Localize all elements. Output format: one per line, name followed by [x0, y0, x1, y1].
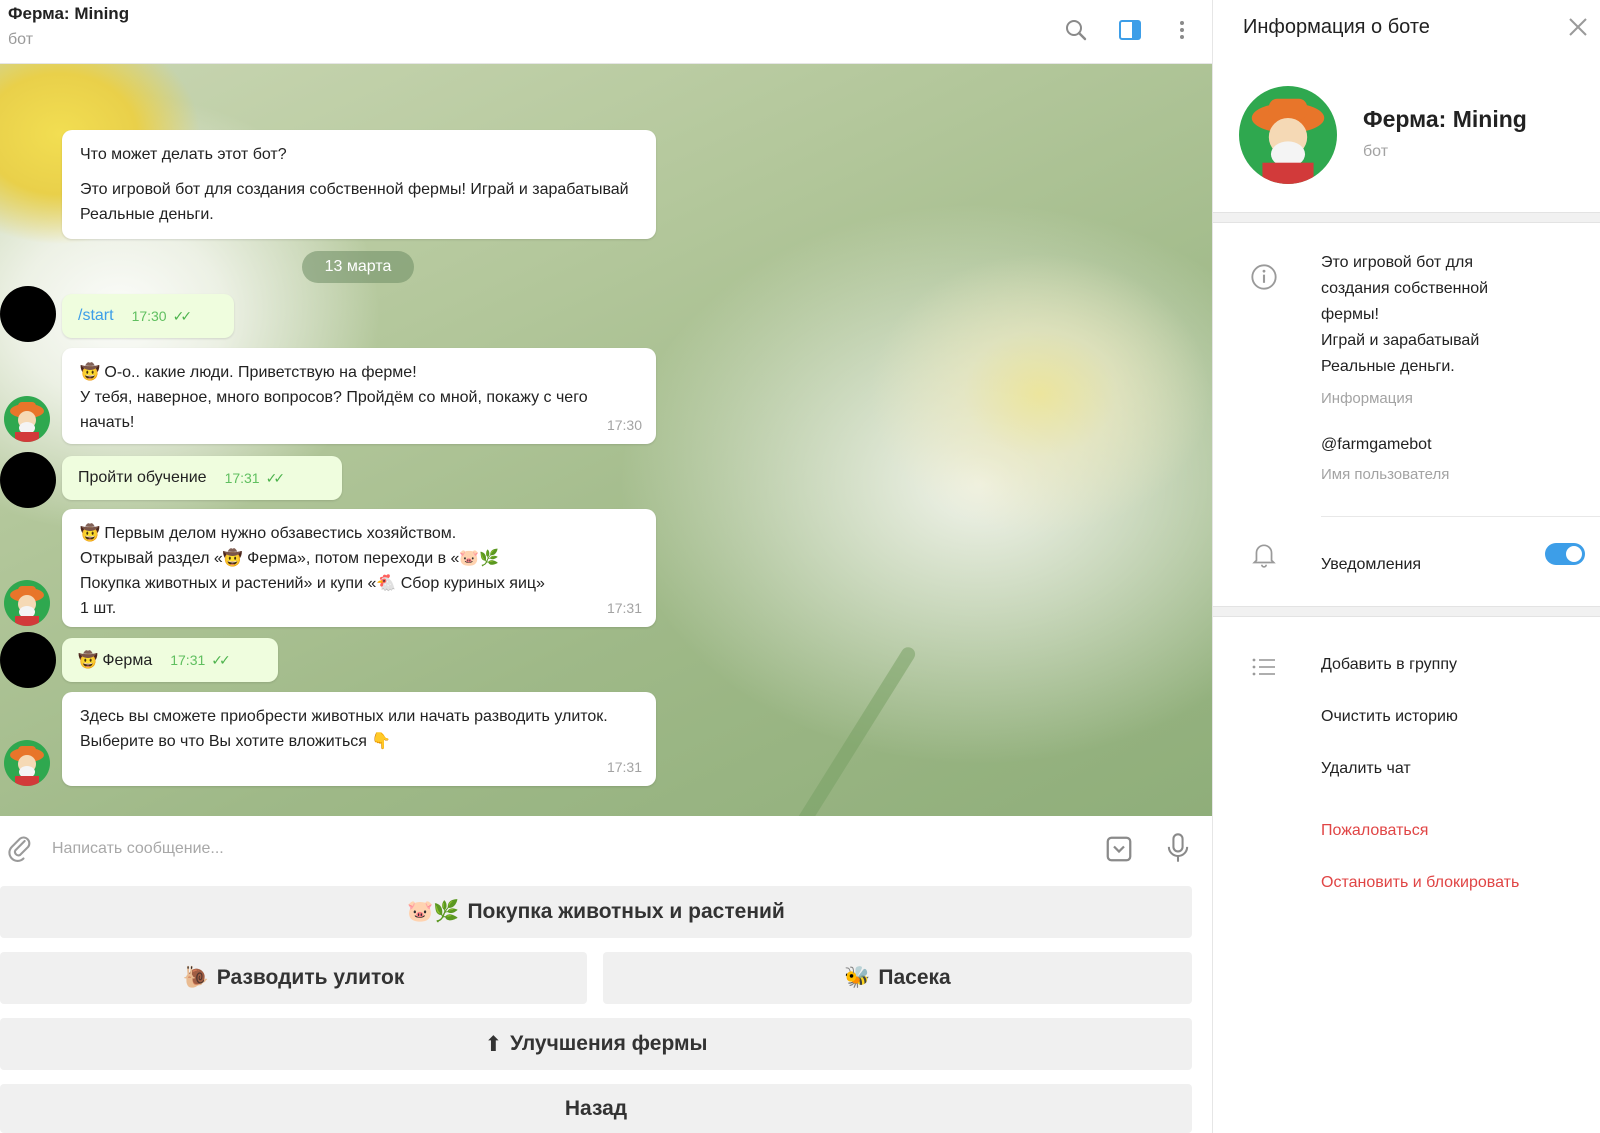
snail-icon: 🐌	[182, 966, 209, 989]
keyboard-apiary-button[interactable]: 🐝 Пасека	[603, 952, 1192, 1004]
section-divider	[1213, 212, 1600, 223]
toggle-knob	[1564, 544, 1584, 564]
bot-keyboard-icon[interactable]	[1104, 834, 1134, 864]
keyboard-upgrades-button[interactable]: ⬆ Улучшения фермы	[0, 1018, 1192, 1070]
upgrade-arrow-icon: ⬆	[484, 1032, 503, 1056]
list-icon	[1249, 652, 1279, 682]
info-panel-title: Информация о боте	[1243, 16, 1430, 38]
sidebar-toggle-icon[interactable]	[1112, 12, 1148, 48]
message-line: 1 шт.	[80, 600, 117, 617]
stop-and-block-action[interactable]: Остановить и блокировать	[1321, 874, 1519, 892]
message-line: 🤠 О-о.. какие люди. Приветствую на ферме…	[80, 364, 417, 381]
button-label: Улучшения фермы	[510, 1032, 708, 1055]
attach-icon[interactable]	[6, 834, 36, 864]
message-time: 17:31	[606, 759, 642, 775]
incoming-message: 🤠 Первым делом нужно обзавестись хозяйст…	[62, 509, 656, 627]
keyboard-buy-animals-button[interactable]: 🐷🌿 Покупка животных и растений	[0, 886, 1192, 938]
bot-avatar[interactable]	[4, 580, 50, 626]
more-vertical-icon[interactable]	[1164, 12, 1200, 48]
user-avatar[interactable]	[0, 286, 56, 342]
delete-chat-action[interactable]: Удалить чат	[1321, 760, 1411, 778]
bot-username[interactable]: @farmgamebot	[1321, 436, 1432, 454]
incoming-message: 🤠 О-о.. какие люди. Приветствую на ферме…	[62, 348, 656, 444]
report-action[interactable]: Пожаловаться	[1321, 822, 1428, 840]
message-input[interactable]	[52, 832, 1052, 866]
intro-text: Это игровой бот для создания собственной…	[80, 181, 629, 223]
outgoing-message: Пройти обучение 17:31 ✓✓	[62, 456, 342, 500]
button-label: Пасека	[878, 966, 951, 989]
telegram-app: Ферма: Mining бот Что может делать этот …	[0, 0, 1600, 1133]
bot-profile-avatar[interactable]	[1239, 86, 1337, 184]
chat-background: Что может делать этот бот? Это игровой б…	[0, 64, 1212, 816]
message-text: 🤠 Ферма	[78, 652, 153, 669]
bot-description: Это игровой бот для создания собственной…	[1321, 254, 1489, 375]
double-check-icon: ✓✓	[265, 469, 286, 486]
chat-column: Ферма: Mining бот Что может делать этот …	[0, 0, 1212, 1133]
message-composer	[0, 816, 1212, 882]
keyboard-back-button[interactable]: Назад	[0, 1084, 1192, 1133]
message-line: У тебя, наверное, много вопросов? Пройдё…	[80, 389, 588, 431]
message-line: Выберите во что Вы хотите вложиться 👇	[80, 733, 392, 750]
message-time: 17:30	[131, 308, 167, 324]
incoming-message: Здесь вы сможете приобрести животных или…	[62, 692, 656, 786]
mic-icon[interactable]	[1164, 832, 1194, 866]
button-label: Разводить улиток	[216, 966, 405, 989]
message-line: Здесь вы сможете приобрести животных или…	[80, 708, 608, 725]
section-divider	[1213, 606, 1600, 617]
chat-subtitle: бот	[8, 31, 34, 48]
notifications-label: Уведомления	[1321, 556, 1422, 573]
info-icon	[1249, 262, 1279, 292]
date-divider: 13 марта	[302, 251, 414, 283]
bot-info-panel: Информация о боте Ферма: Mining бот Это …	[1212, 0, 1600, 1133]
background-flower-stem	[736, 644, 918, 816]
double-check-icon: ✓✓	[211, 651, 231, 668]
add-to-group-action[interactable]: Добавить в группу	[1321, 656, 1457, 674]
bot-intro-message: Что может делать этот бот? Это игровой б…	[62, 130, 656, 239]
message-time: 17:30	[606, 417, 642, 433]
chat-title[interactable]: Ферма: Mining	[8, 4, 129, 24]
user-avatar[interactable]	[0, 632, 56, 688]
message-text: Пройти обучение	[78, 469, 207, 486]
username-caption: Имя пользователя	[1321, 466, 1450, 483]
close-icon[interactable]	[1563, 12, 1593, 42]
outgoing-message: 🤠 Ферма 17:31 ✓✓	[62, 638, 278, 682]
divider-line	[1321, 516, 1600, 517]
search-icon[interactable]	[1058, 12, 1094, 48]
message-text[interactable]: /start	[78, 307, 114, 325]
bot-profile-type: бот	[1363, 143, 1389, 160]
message-time: 17:31	[170, 652, 206, 668]
button-label: Назад	[564, 1096, 628, 1120]
chat-header: Ферма: Mining бот	[0, 0, 1212, 64]
outgoing-message: /start 17:30 ✓✓	[62, 294, 234, 338]
clear-history-action[interactable]: Очистить историю	[1321, 708, 1458, 726]
user-avatar[interactable]	[0, 452, 56, 508]
message-line: Покупка животных и растений» и купи «🐔 С…	[80, 575, 545, 592]
message-line: 🤠 Первым делом нужно обзавестись хозяйст…	[80, 525, 457, 542]
message-time: 17:31	[606, 600, 642, 616]
description-caption: Информация	[1321, 390, 1413, 407]
bot-profile-name: Ферма: Mining	[1363, 106, 1527, 132]
keyboard-snails-button[interactable]: 🐌 Разводить улиток	[0, 952, 587, 1004]
bee-icon: 🐝	[844, 966, 871, 989]
notifications-toggle[interactable]	[1545, 543, 1585, 565]
bell-icon	[1249, 540, 1279, 570]
message-time: 17:31	[224, 470, 260, 486]
button-label: Покупка животных и растений	[467, 900, 785, 923]
intro-heading: Что может делать этот бот?	[80, 146, 287, 163]
pig-plant-icon: 🐷🌿	[407, 900, 460, 923]
bot-avatar[interactable]	[4, 740, 50, 786]
bot-avatar[interactable]	[4, 396, 50, 442]
message-line: Открывай раздел «🤠 Ферма», потом переход…	[80, 550, 500, 567]
double-check-icon: ✓✓	[172, 307, 193, 324]
